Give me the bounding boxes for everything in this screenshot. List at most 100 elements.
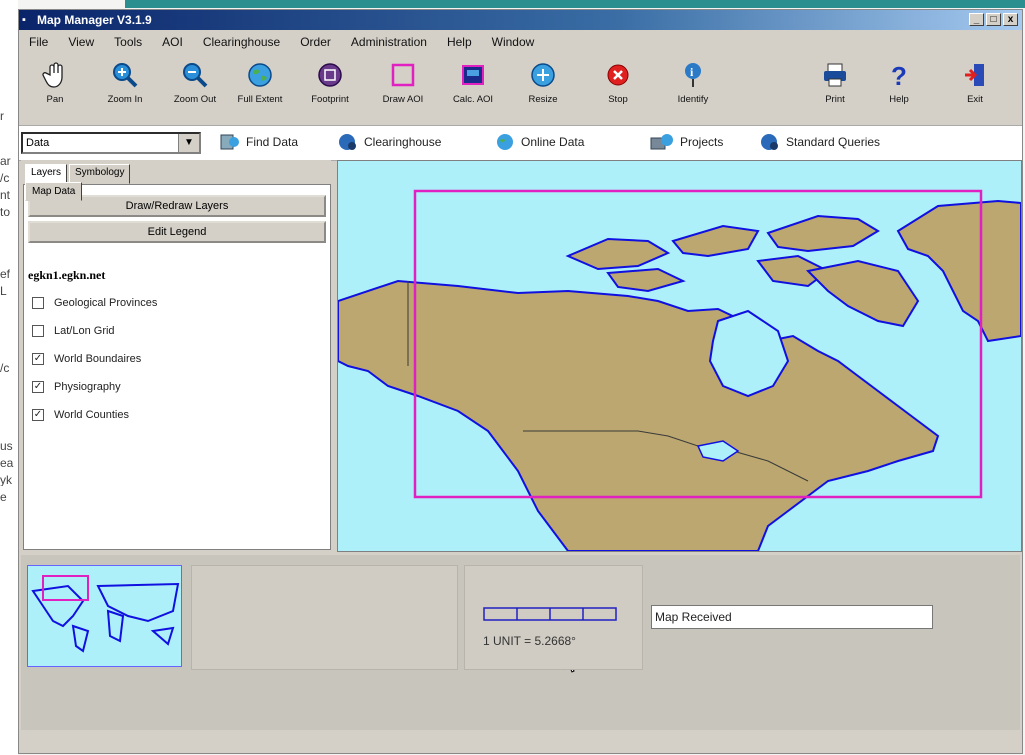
- overview-map[interactable]: [27, 565, 182, 667]
- overview-land: [150, 626, 175, 646]
- pan-label: Pan: [46, 94, 64, 105]
- layer-label: Geological Provinces: [54, 297, 158, 309]
- online-data-globe-icon: [497, 134, 513, 150]
- zoom-in-button[interactable]: Zoom In: [91, 60, 159, 105]
- background-top-bar: [0, 0, 1025, 8]
- online-data-label: Online Data: [521, 135, 585, 149]
- bottom-panel: 1 UNIT = 5.2668° Map Received: [21, 555, 1020, 730]
- standard-queries-globe-icon: [761, 134, 778, 150]
- menu-view[interactable]: View: [58, 35, 104, 49]
- draw-aoi-button[interactable]: Draw AOI: [369, 60, 437, 105]
- identify-button[interactable]: i Identify: [659, 60, 727, 105]
- land-arctic-island: [671, 224, 760, 258]
- overview-land: [71, 624, 90, 653]
- query-bar: Data ▼ Find Data Clearinghouse Online Da…: [19, 125, 1022, 161]
- calc-aoi-button[interactable]: Calc. AOI: [439, 60, 507, 105]
- overview-canvas[interactable]: [28, 566, 181, 666]
- minimize-button[interactable]: _: [969, 13, 984, 26]
- map-canvas[interactable]: [338, 161, 1021, 551]
- edit-legend-button[interactable]: Edit Legend: [28, 221, 326, 243]
- bg-text: /c: [0, 172, 10, 184]
- layers-list-panel: Draw/Redraw Layers Edit Legend egkn1.egk…: [23, 184, 331, 550]
- question-mark-icon: ?: [891, 61, 907, 89]
- zoom-in-label: Zoom In: [107, 94, 143, 105]
- close-button[interactable]: x: [1003, 13, 1018, 26]
- bg-text: r: [0, 110, 4, 122]
- standard-queries-button[interactable]: Standard Queries: [759, 132, 880, 152]
- layer-checkbox[interactable]: [32, 325, 44, 337]
- layer-item[interactable]: ✓ World Boundaires: [32, 353, 141, 365]
- menu-bar: File View Tools AOI Clearinghouse Order …: [19, 31, 1022, 53]
- menu-tools[interactable]: Tools: [104, 35, 152, 49]
- find-data-icon: [220, 134, 239, 150]
- data-source-select[interactable]: Data ▼: [21, 132, 201, 154]
- menu-file[interactable]: File: [19, 35, 58, 49]
- layer-checkbox[interactable]: ✓: [32, 381, 44, 393]
- tab-layers[interactable]: Layers: [25, 164, 68, 184]
- layer-label: Physiography: [54, 381, 121, 393]
- print-button[interactable]: Print: [801, 60, 869, 105]
- bg-text: e: [0, 491, 7, 503]
- resize-button[interactable]: Resize: [509, 60, 577, 105]
- standard-queries-label: Standard Queries: [786, 135, 881, 149]
- help-label: Help: [889, 94, 909, 105]
- layer-item[interactable]: Lat/Lon Grid: [32, 325, 115, 337]
- map-view[interactable]: [337, 160, 1022, 552]
- help-button[interactable]: ? Help: [865, 60, 933, 105]
- title-bar[interactable]: ▪ Map Manager V3.1.9 _ □ x: [19, 10, 1022, 30]
- tab-symbology[interactable]: Symbology: [69, 164, 131, 184]
- draw-aoi-label: Draw AOI: [382, 94, 424, 105]
- exit-button[interactable]: Exit: [941, 60, 1009, 105]
- zoom-out-button[interactable]: Zoom Out: [161, 60, 229, 105]
- footprint-label: Footprint: [311, 94, 349, 105]
- menu-administration[interactable]: Administration: [341, 35, 437, 49]
- scale-bar: [483, 607, 617, 621]
- stop-button[interactable]: Stop: [584, 60, 652, 105]
- full-extent-label: Full Extent: [237, 94, 283, 105]
- menu-help[interactable]: Help: [437, 35, 482, 49]
- zoom-in-icon: [113, 63, 138, 88]
- layer-checkbox[interactable]: ✓: [32, 353, 44, 365]
- menu-window[interactable]: Window: [482, 35, 545, 49]
- online-data-button[interactable]: Online Data: [494, 132, 584, 152]
- bg-text: L: [0, 285, 7, 297]
- pan-button[interactable]: Pan: [21, 60, 89, 105]
- menu-clearinghouse[interactable]: Clearinghouse: [193, 35, 290, 49]
- bg-text: /c: [0, 362, 10, 374]
- clearinghouse-label: Clearinghouse: [364, 135, 442, 149]
- svg-text:?: ?: [891, 61, 907, 89]
- tab-map-data[interactable]: Map Data: [25, 182, 83, 201]
- resize-globe-icon: [531, 63, 555, 87]
- map-manager-window: ▪ Map Manager V3.1.9 _ □ x File View Too…: [18, 9, 1023, 754]
- calc-aoi-label: Calc. AOI: [452, 94, 494, 105]
- clearinghouse-button[interactable]: Clearinghouse: [337, 132, 441, 152]
- app-icon[interactable]: ▪: [22, 14, 34, 26]
- layer-item[interactable]: ✓ Physiography: [32, 381, 121, 393]
- full-extent-button[interactable]: Full Extent: [226, 60, 294, 105]
- clearinghouse-globe-icon: [339, 134, 356, 150]
- identify-icon: i: [685, 63, 701, 87]
- identify-label: Identify: [677, 94, 709, 105]
- layer-item[interactable]: Geological Provinces: [32, 297, 157, 309]
- layer-checkbox[interactable]: [32, 297, 44, 309]
- resize-label: Resize: [528, 94, 558, 105]
- layer-checkbox[interactable]: ✓: [32, 409, 44, 421]
- layer-item[interactable]: ✓ World Counties: [32, 409, 129, 421]
- exit-door-icon: [965, 64, 984, 86]
- projects-icon: [650, 134, 673, 150]
- layer-label: Lat/Lon Grid: [54, 325, 115, 337]
- land-arctic-island: [766, 214, 880, 253]
- bg-text: ar: [0, 155, 11, 167]
- find-data-button[interactable]: Find Data: [219, 132, 298, 152]
- menu-order[interactable]: Order: [290, 35, 341, 49]
- layer-label: World Boundaires: [54, 353, 142, 365]
- projects-button[interactable]: Projects: [649, 132, 723, 152]
- menu-aoi[interactable]: AOI: [152, 35, 193, 49]
- draw-rectangle-icon: [391, 63, 415, 87]
- calc-aoi-icon: [462, 65, 484, 85]
- maximize-button[interactable]: □: [986, 13, 1001, 26]
- zoom-out-label: Zoom Out: [173, 94, 217, 105]
- chevron-down-icon[interactable]: ▼: [178, 134, 199, 152]
- land-greenland: [896, 199, 1021, 343]
- footprint-button[interactable]: Footprint: [296, 60, 364, 105]
